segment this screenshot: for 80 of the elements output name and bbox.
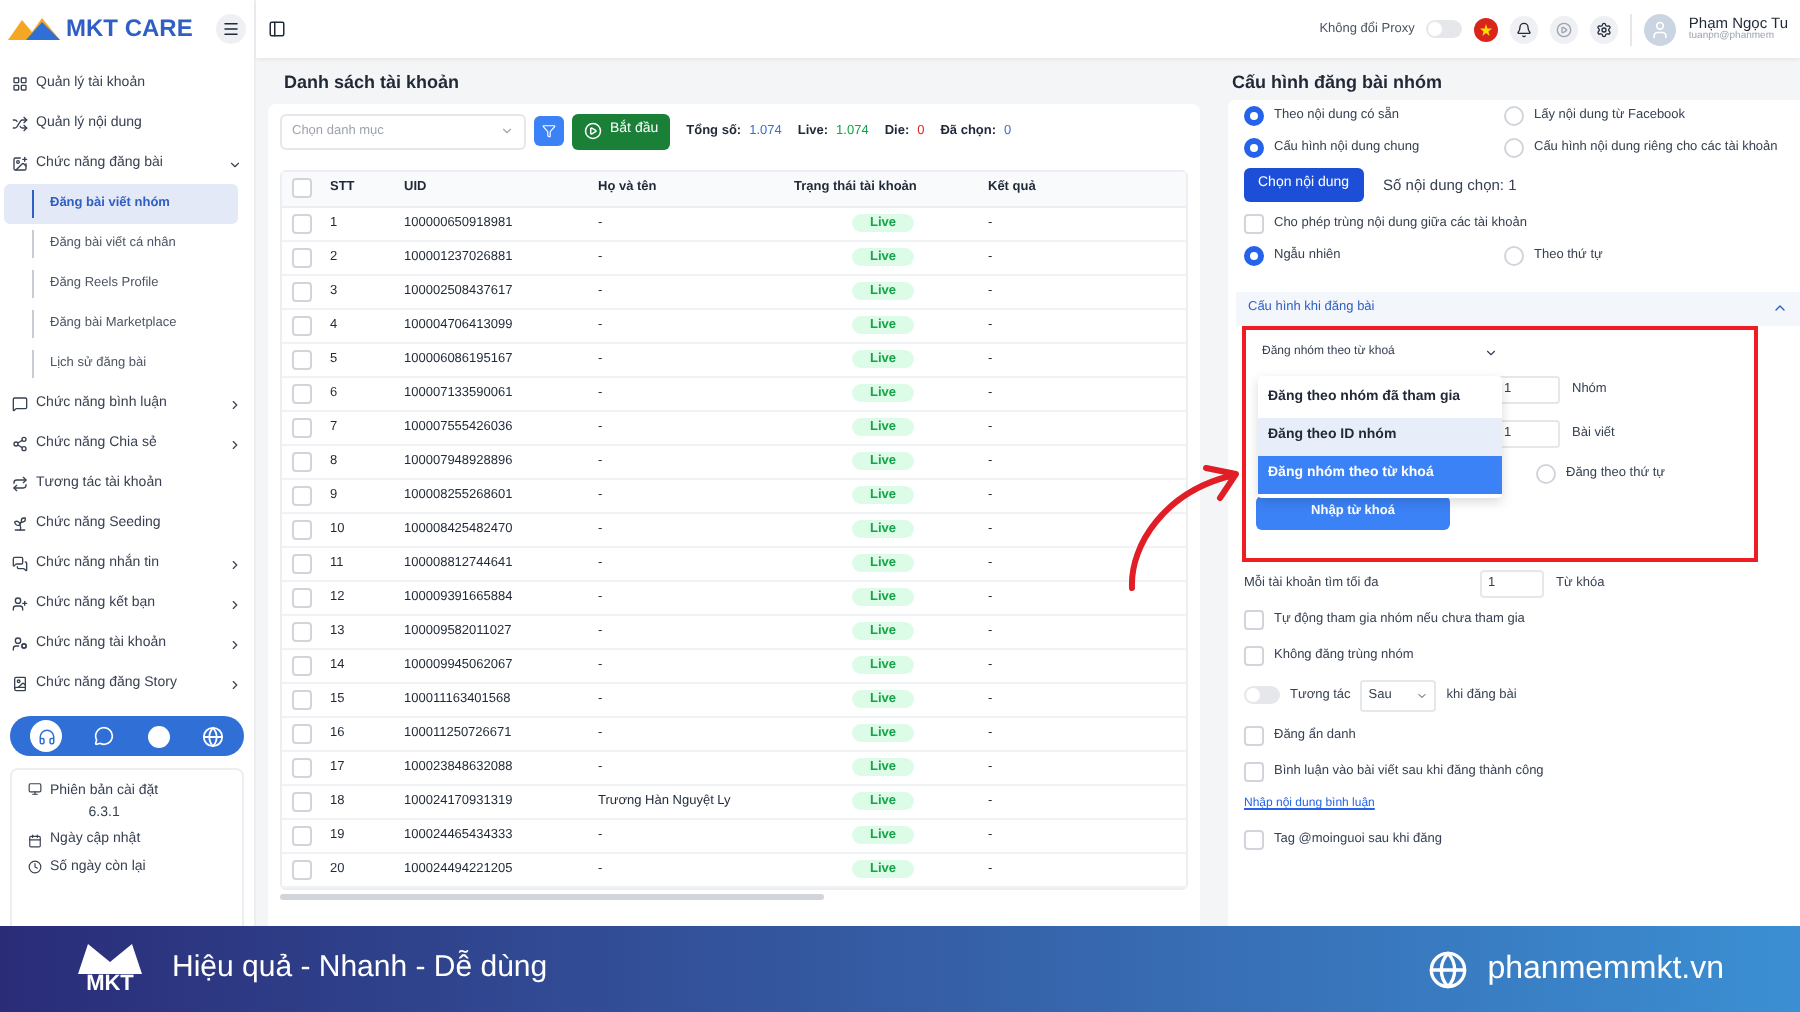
globe-icon[interactable] xyxy=(201,725,224,747)
row-checkbox[interactable] xyxy=(292,553,312,573)
menu-button[interactable] xyxy=(216,13,246,43)
globe-icon xyxy=(1427,949,1468,989)
checkbox[interactable] xyxy=(1244,645,1264,665)
row-checkbox[interactable] xyxy=(292,791,312,811)
website-text: phanmemmkt.vn xyxy=(1487,949,1724,989)
menu-icon xyxy=(222,19,240,37)
chat-icon[interactable] xyxy=(94,726,115,746)
menu-item-icon xyxy=(12,156,28,172)
row-checkbox[interactable] xyxy=(292,247,312,267)
row-checkbox[interactable] xyxy=(292,859,312,879)
calendar-icon xyxy=(28,833,42,848)
menu-item-icon xyxy=(12,116,28,132)
checkbox[interactable] xyxy=(1244,609,1264,629)
toggle-switch[interactable] xyxy=(1426,20,1463,38)
row-checkbox[interactable] xyxy=(292,689,312,709)
chevron-icon xyxy=(228,437,242,451)
clock-icon xyxy=(28,860,42,875)
radio-button[interactable] xyxy=(1244,105,1264,125)
row-checkbox[interactable] xyxy=(292,315,312,335)
banner-logo-text: MKT xyxy=(86,974,134,996)
checkbox[interactable] xyxy=(1244,761,1264,781)
row-checkbox[interactable] xyxy=(292,213,312,233)
logo-icon xyxy=(8,16,60,40)
row-checkbox[interactable] xyxy=(292,519,312,539)
menu-item-icon xyxy=(12,476,28,492)
menu-item-icon xyxy=(12,556,28,572)
filter-icon xyxy=(542,124,556,138)
flag-icon[interactable] xyxy=(1474,17,1499,41)
chevron-icon xyxy=(228,677,242,691)
logo-text: MKT CARE xyxy=(66,12,193,46)
slogan: Hiệu quả - Nhanh - Dễ dùng xyxy=(172,948,548,989)
settings-icon[interactable] xyxy=(1590,15,1619,43)
checkbox[interactable] xyxy=(1244,213,1264,233)
row-checkbox[interactable] xyxy=(292,383,312,403)
logo-icon xyxy=(76,942,144,974)
avatar[interactable] xyxy=(1644,13,1677,45)
menu-item-icon xyxy=(12,636,28,652)
checkbox[interactable] xyxy=(1244,829,1264,849)
menu-item-icon xyxy=(12,396,28,412)
notification-icon[interactable] xyxy=(1510,15,1539,43)
menu-item-icon xyxy=(12,516,28,532)
row-checkbox[interactable] xyxy=(292,281,312,301)
menu-item-icon xyxy=(12,596,28,612)
chevron-icon xyxy=(228,157,242,171)
row-checkbox[interactable] xyxy=(292,825,312,845)
row-checkbox[interactable] xyxy=(292,621,312,641)
row-checkbox[interactable] xyxy=(292,757,312,777)
row-checkbox[interactable] xyxy=(292,485,312,505)
row-checkbox[interactable] xyxy=(292,587,312,607)
play-icon xyxy=(584,122,602,140)
row-checkbox[interactable] xyxy=(292,723,312,743)
select-all-checkbox[interactable] xyxy=(292,178,312,198)
panel-title: Danh sách tài khoản xyxy=(284,70,462,96)
support-icon[interactable] xyxy=(30,720,63,752)
chevron-icon xyxy=(228,397,242,411)
row-checkbox[interactable] xyxy=(292,349,312,369)
radio-button[interactable] xyxy=(1244,137,1264,157)
menu-item-icon xyxy=(12,676,28,692)
chevron-icon xyxy=(228,637,242,651)
row-checkbox[interactable] xyxy=(292,417,312,437)
menu-item-icon xyxy=(12,76,28,92)
panel-title: Cấu hình đăng bài nhóm xyxy=(1232,70,1444,96)
filter-button[interactable] xyxy=(534,116,564,146)
row-checkbox[interactable] xyxy=(292,451,312,471)
sidebar-toggle-icon[interactable] xyxy=(268,20,286,38)
chevron-icon xyxy=(228,597,242,611)
toggle-switch[interactable] xyxy=(1244,686,1280,704)
play-icon[interactable] xyxy=(1550,15,1579,43)
menu-item-icon xyxy=(12,436,28,452)
monitor-icon xyxy=(28,782,42,796)
chevron-icon xyxy=(228,557,242,571)
row-checkbox[interactable] xyxy=(292,655,312,675)
radio-button[interactable] xyxy=(1244,245,1264,265)
checkbox[interactable] xyxy=(1244,725,1264,745)
chevron-icon xyxy=(1416,689,1429,701)
chevron-icon xyxy=(1484,346,1498,360)
chevron-icon xyxy=(1772,300,1788,316)
chevron-icon xyxy=(500,124,514,138)
